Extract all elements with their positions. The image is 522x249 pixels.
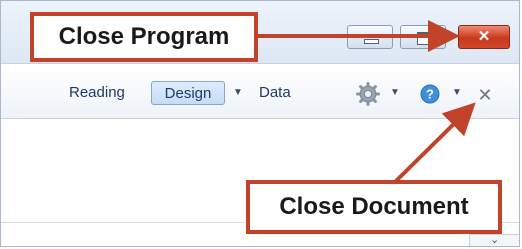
close-icon: ✕ xyxy=(477,28,491,45)
minimize-icon xyxy=(364,39,379,44)
expand-button[interactable]: ⌄ xyxy=(469,234,519,246)
tab-reading[interactable]: Reading xyxy=(69,81,125,105)
close-document-callout: Close Document xyxy=(246,180,502,234)
options-dropdown-icon[interactable]: ▼ xyxy=(390,82,400,104)
maximize-button[interactable] xyxy=(400,25,446,49)
minimize-button[interactable] xyxy=(347,25,393,49)
close-program-callout: Close Program xyxy=(30,12,258,62)
design-dropdown-icon[interactable]: ▼ xyxy=(233,82,243,104)
close-document-icon[interactable]: ✕ xyxy=(475,85,495,105)
help-dropdown-icon[interactable]: ▼ xyxy=(452,82,462,104)
gear-icon[interactable] xyxy=(356,82,380,106)
svg-text:?: ? xyxy=(426,87,434,102)
tab-data[interactable]: Data xyxy=(259,81,291,105)
ribbon-bar: Reading Design ▼ Data ▼ ? ▼ ✕ xyxy=(1,64,519,119)
tab-design[interactable]: Design xyxy=(151,81,225,105)
maximize-icon xyxy=(417,32,431,45)
double-chevron-down-icon: ⌄ xyxy=(490,234,500,246)
close-program-button[interactable]: ✕ xyxy=(458,25,510,49)
help-icon[interactable]: ? xyxy=(420,84,440,104)
